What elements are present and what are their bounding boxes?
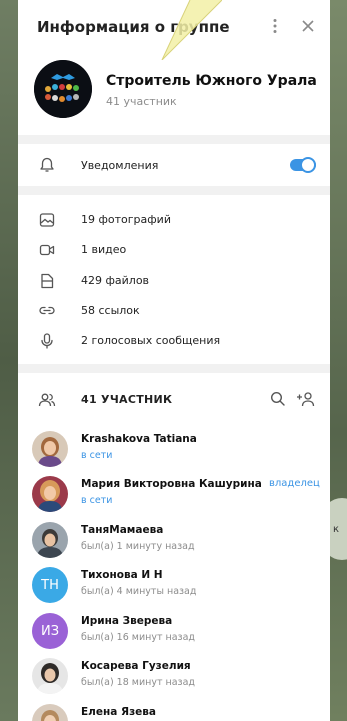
more-options-icon[interactable]	[266, 17, 284, 35]
media-links-label: 58 ссылок	[81, 304, 140, 317]
members-title: 41 УЧАСТНИК	[81, 393, 173, 406]
media-photos-label: 19 фотографий	[81, 213, 171, 226]
media-videos-label: 1 видео	[81, 243, 127, 256]
member-name: Krashakova Tatiana	[81, 433, 197, 445]
member-avatar	[32, 704, 68, 721]
member-name: Ирина Зверева	[81, 615, 173, 627]
member-name: Елена Язева	[81, 706, 157, 718]
link-icon	[39, 306, 55, 315]
member-status: был(а) 4 минуты назад	[81, 586, 197, 597]
media-row-photos[interactable]: 19 фотографий	[18, 205, 330, 235]
media-row-videos[interactable]: 1 видео	[18, 235, 330, 265]
notifications-toggle[interactable]	[290, 157, 316, 173]
video-icon	[39, 244, 55, 256]
member-status: был(а) 16 минут назад	[81, 632, 195, 643]
add-member-icon[interactable]	[296, 390, 316, 408]
notifications-row[interactable]: Уведомления	[18, 144, 330, 186]
section-divider	[18, 186, 330, 195]
group-avatar[interactable]	[34, 60, 92, 118]
member-row[interactable]: Косарева Гузелия был(а) 18 минут назад	[18, 654, 330, 700]
section-divider	[18, 135, 330, 144]
group-header: Информация о группе Строитель Южного Ура…	[18, 0, 330, 135]
member-status: был(а) 18 минут назад	[81, 677, 195, 688]
member-name: Косарева Гузелия	[81, 660, 191, 672]
member-avatar	[32, 522, 68, 558]
member-name: Мария Викторовна Кашурина	[81, 478, 262, 490]
group-name: Строитель Южного Урала	[106, 73, 317, 89]
photo-icon	[39, 213, 55, 227]
microphone-icon	[41, 333, 53, 349]
members-icon	[38, 393, 56, 407]
member-status: в сети	[81, 495, 113, 506]
member-row[interactable]: ТаняМамаева был(а) 1 минуту назад	[18, 518, 330, 564]
member-avatar	[32, 658, 68, 694]
member-avatar	[32, 431, 68, 467]
member-initials: ИЗ	[40, 623, 60, 639]
bell-icon	[40, 157, 54, 172]
member-avatar-initials: ТН	[32, 567, 68, 603]
background-bubble-glyph: к	[333, 524, 340, 535]
group-members-count: 41 участник	[106, 95, 177, 108]
notifications-label: Уведомления	[81, 159, 159, 172]
member-initials: ТН	[41, 577, 59, 593]
panel-title: Информация о группе	[37, 18, 230, 36]
member-row[interactable]: ТН Тихонова И Н был(а) 4 минуты назад	[18, 563, 330, 609]
member-avatar-initials: ИЗ	[32, 613, 68, 649]
background-left-strip	[0, 0, 18, 721]
member-row[interactable]: Krashakova Tatiana в сети	[18, 427, 330, 473]
member-role-badge: владелец	[269, 478, 320, 489]
media-row-voice[interactable]: 2 голосовых сообщения	[18, 326, 330, 356]
media-row-files[interactable]: 429 файлов	[18, 266, 330, 296]
member-status: был(а) 1 минуту назад	[81, 541, 195, 552]
shared-media-section: 19 фотографий 1 видео 429 файлов 58 ссыл…	[18, 195, 330, 364]
member-name: ТаняМамаева	[81, 524, 164, 536]
media-files-label: 429 файлов	[81, 274, 150, 287]
members-section: 41 УЧАСТНИК Krashakova Tatiana в сети Ма…	[18, 373, 330, 721]
search-icon[interactable]	[269, 390, 287, 408]
section-divider	[18, 364, 330, 373]
member-row[interactable]: Елена Язева	[18, 700, 330, 721]
member-name: Тихонова И Н	[81, 569, 163, 581]
group-info-panel: Информация о группе Строитель Южного Ура…	[18, 0, 330, 721]
media-row-links[interactable]: 58 ссылок	[18, 296, 330, 326]
close-icon[interactable]	[299, 17, 317, 35]
member-status: в сети	[81, 450, 113, 461]
member-avatar	[32, 476, 68, 512]
file-icon	[41, 273, 54, 289]
member-row[interactable]: Мария Викторовна Кашурина в сети владеле…	[18, 472, 330, 518]
member-row[interactable]: ИЗ Ирина Зверева был(а) 16 минут назад	[18, 609, 330, 655]
media-voice-label: 2 голосовых сообщения	[81, 334, 221, 347]
background-right-strip	[330, 0, 347, 721]
